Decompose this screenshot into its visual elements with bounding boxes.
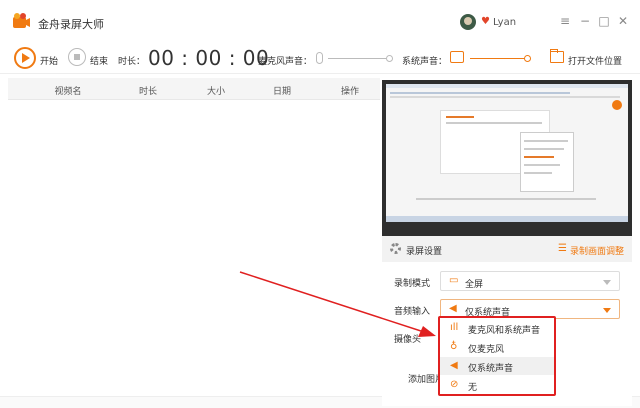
start-button[interactable]: 开始 — [40, 54, 58, 67]
microphone-icon[interactable] — [316, 52, 323, 64]
video-list — [8, 100, 380, 396]
username[interactable]: Lyan — [493, 17, 516, 28]
record-mode-value: 全屏 — [465, 280, 484, 290]
maximize-button[interactable]: □ — [597, 14, 611, 28]
none-icon: ⊘ — [450, 379, 459, 390]
toolbar: 开始 结束 时长： 00 : 00 : 00 麦克风声音： 系统声音： 打开文件… — [0, 44, 640, 74]
microphone-icon: ♁ — [450, 341, 458, 352]
column-header-duration: 时长 — [138, 87, 157, 97]
column-header-size: 大小 — [206, 87, 225, 97]
start-record-icon[interactable] — [14, 47, 36, 69]
app-logo-icon — [13, 13, 30, 28]
title-bar: 金舟录屏大师 ♥ Lyan ≡ − □ ✕ — [0, 0, 640, 44]
audio-option-mic-only[interactable]: ♁ 仅麦克风 — [440, 338, 554, 356]
adjust-icon[interactable]: ☰ — [558, 244, 567, 254]
app-title: 金舟录屏大师 — [38, 18, 104, 31]
mic-system-icon: ıll — [450, 322, 459, 333]
system-volume-knob[interactable] — [524, 55, 531, 62]
mic-volume-knob[interactable] — [386, 55, 393, 62]
chevron-down-icon — [603, 280, 611, 285]
audio-input-label: 音频输入 — [394, 307, 431, 317]
column-header-name: 视频名 — [54, 87, 82, 97]
gear-icon — [390, 243, 401, 254]
screen-preview — [382, 80, 632, 236]
system-volume-slider[interactable] — [470, 58, 526, 59]
vip-heart-icon: ♥ — [481, 16, 490, 27]
speaker-icon: ◀ — [449, 303, 457, 314]
preview-screen-content — [386, 84, 628, 216]
column-header-date: 日期 — [272, 87, 291, 97]
mic-volume-label: 麦克风声音： — [258, 57, 313, 67]
speaker-icon: ◀ — [450, 360, 458, 371]
settings-header: 录屏设置 ☰ 录制画面调整 — [382, 236, 632, 262]
audio-option-none[interactable]: ⊘ 无 — [440, 376, 554, 394]
avatar[interactable] — [460, 14, 476, 30]
speaker-icon[interactable] — [450, 51, 464, 63]
timer: 00 : 00 : 00 — [148, 46, 270, 70]
adjust-recording-area-link[interactable]: 录制画面调整 — [570, 244, 624, 257]
audio-option-mic-and-system[interactable]: ıll 麦克风和系统声音 — [440, 319, 554, 337]
record-mode-label: 录制模式 — [394, 279, 431, 289]
minimize-button[interactable]: − — [578, 14, 592, 28]
menu-button[interactable]: ≡ — [558, 14, 572, 28]
monitor-icon: ▭ — [449, 275, 459, 286]
record-mode-select[interactable]: ▭ 全屏 — [440, 271, 620, 291]
camera-label: 摄像头 — [394, 335, 422, 345]
preview-taskbar — [386, 216, 628, 222]
stop-button[interactable]: 结束 — [90, 54, 108, 67]
column-header-actions: 操作 — [340, 87, 359, 97]
folder-icon[interactable] — [550, 49, 564, 63]
audio-option-system-only[interactable]: ◀ 仅系统声音 — [440, 357, 554, 375]
system-volume-label: 系统声音： — [402, 57, 448, 67]
duration-label: 时长： — [118, 57, 146, 67]
video-table-header: 视频名 时长 大小 日期 操作 — [8, 78, 380, 100]
stop-record-icon[interactable] — [68, 48, 86, 66]
open-folder-button[interactable]: 打开文件位置 — [568, 54, 622, 67]
audio-input-dropdown: ıll 麦克风和系统声音 ♁ 仅麦克风 ◀ 仅系统声音 ⊘ 无 — [438, 316, 556, 396]
mic-volume-slider[interactable] — [328, 58, 386, 59]
settings-title: 录屏设置 — [406, 247, 443, 257]
close-button[interactable]: ✕ — [616, 14, 630, 28]
chevron-down-icon — [603, 308, 611, 313]
